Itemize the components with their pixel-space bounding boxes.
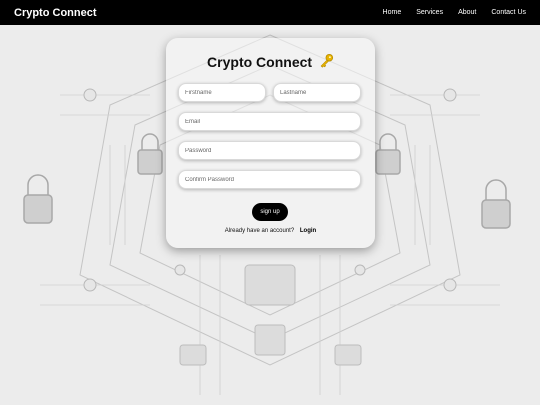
brand-logo-text[interactable]: Crypto Connect <box>14 7 97 19</box>
email-input[interactable] <box>178 112 361 131</box>
account-prompt-text: Already have an account? <box>224 228 295 234</box>
signup-button[interactable]: sign up <box>252 203 288 221</box>
card-title-text: Crypto Connect <box>207 54 313 70</box>
nav-link-contact[interactable]: Contact Us <box>491 9 526 16</box>
nav-link-home[interactable]: Home <box>383 9 402 16</box>
nav-link-services[interactable]: Services <box>416 9 443 16</box>
nav-link-about[interactable]: About <box>458 9 476 16</box>
firstname-input[interactable] <box>178 83 266 102</box>
signup-card: Crypto Connect sign up Already have an a… <box>166 38 375 248</box>
login-link[interactable]: Login <box>300 228 316 234</box>
lastname-input[interactable] <box>273 83 361 102</box>
login-prompt: Already have an account? Login <box>166 228 375 234</box>
nav-links: Home Services About Contact Us <box>383 9 526 16</box>
password-input[interactable] <box>178 141 361 160</box>
key-icon <box>320 53 333 68</box>
confirm-password-input[interactable] <box>178 170 361 189</box>
card-title: Crypto Connect <box>166 53 375 70</box>
top-navbar: Crypto Connect Home Services About Conta… <box>0 0 540 25</box>
